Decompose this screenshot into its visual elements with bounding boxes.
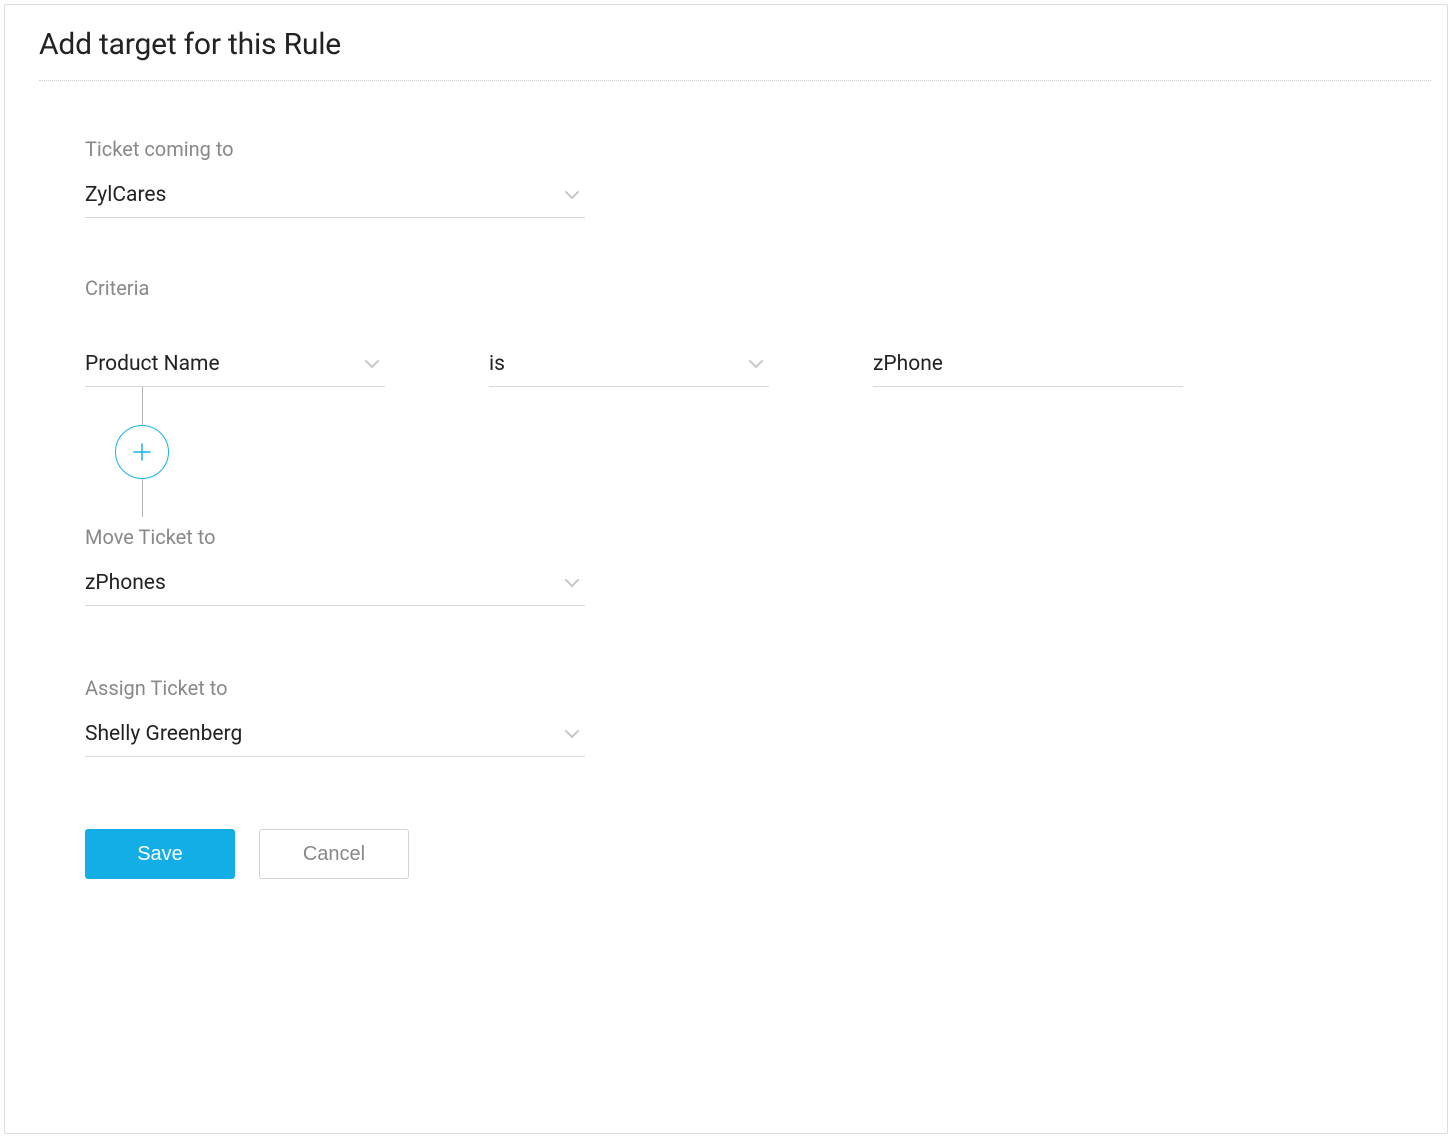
cancel-button[interactable]: Cancel bbox=[259, 829, 409, 879]
criteria-label: Criteria bbox=[85, 276, 1367, 300]
criteria-operator-select[interactable]: is bbox=[489, 344, 769, 387]
form-actions: Save Cancel bbox=[85, 829, 1367, 879]
ticket-coming-select[interactable]: ZylCares bbox=[85, 175, 585, 218]
panel-body: Ticket coming to ZylCares Criteria Produ… bbox=[5, 81, 1447, 919]
criteria-value-text: zPhone bbox=[873, 352, 943, 376]
panel-header: Add target for this Rule bbox=[5, 5, 1447, 80]
ticket-coming-label: Ticket coming to bbox=[85, 137, 1367, 161]
criteria-field-value: Product Name bbox=[85, 352, 220, 376]
chevron-down-icon bbox=[365, 357, 379, 371]
ticket-coming-value: ZylCares bbox=[85, 183, 166, 207]
move-ticket-value: zPhones bbox=[85, 571, 166, 595]
assign-ticket-select[interactable]: Shelly Greenberg bbox=[85, 714, 585, 757]
criteria-group: Criteria Product Name is zPhone bbox=[85, 276, 1367, 517]
move-ticket-label: Move Ticket to bbox=[85, 525, 1367, 549]
criteria-value-input[interactable]: zPhone bbox=[873, 344, 1183, 387]
add-criteria-path bbox=[115, 387, 1367, 517]
criteria-operator-value: is bbox=[489, 352, 505, 376]
assign-ticket-group: Assign Ticket to Shelly Greenberg bbox=[85, 676, 1367, 757]
assign-ticket-label: Assign Ticket to bbox=[85, 676, 1367, 700]
page-title: Add target for this Rule bbox=[39, 27, 1413, 62]
rule-target-panel: Add target for this Rule Ticket coming t… bbox=[4, 4, 1448, 1134]
chevron-down-icon bbox=[565, 188, 579, 202]
plus-icon bbox=[130, 440, 154, 464]
criteria-field-select[interactable]: Product Name bbox=[85, 344, 385, 387]
save-button[interactable]: Save bbox=[85, 829, 235, 879]
criteria-row: Product Name is zPhone bbox=[85, 344, 1367, 387]
add-criteria-button[interactable] bbox=[115, 425, 169, 479]
ticket-coming-group: Ticket coming to ZylCares bbox=[85, 137, 1367, 218]
move-ticket-select[interactable]: zPhones bbox=[85, 563, 585, 606]
assign-ticket-value: Shelly Greenberg bbox=[85, 722, 242, 746]
chevron-down-icon bbox=[749, 357, 763, 371]
move-ticket-group: Move Ticket to zPhones bbox=[85, 525, 1367, 606]
chevron-down-icon bbox=[565, 727, 579, 741]
chevron-down-icon bbox=[565, 576, 579, 590]
